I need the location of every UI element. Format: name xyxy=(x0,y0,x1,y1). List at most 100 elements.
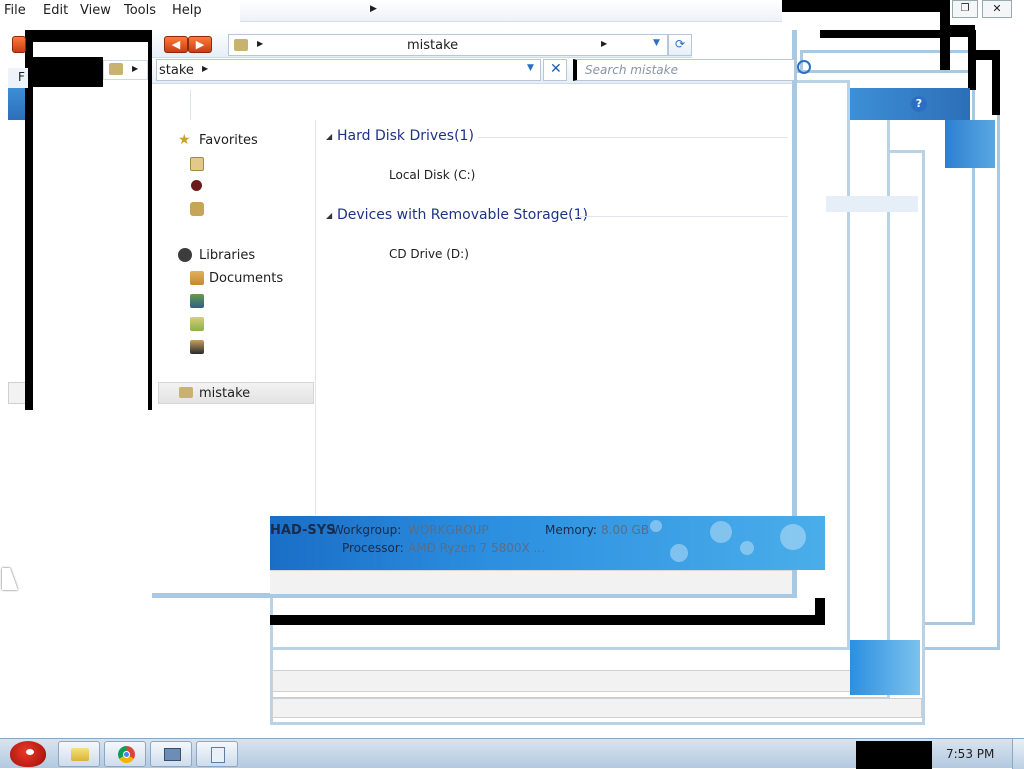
nav-libraries[interactable]: Libraries xyxy=(199,248,255,263)
drive-item-cd[interactable]: CD Drive (D:) xyxy=(389,247,469,261)
collapse-icon[interactable]: ◢ xyxy=(326,132,332,141)
menu-chevron-icon: ▶ xyxy=(370,4,377,14)
computer-icon xyxy=(234,39,248,51)
computer-icon xyxy=(179,387,193,398)
videos-icon[interactable] xyxy=(190,340,204,354)
documents-icon xyxy=(190,271,204,285)
help-icon[interactable]: ? xyxy=(911,96,927,112)
nav-documents[interactable]: Documents xyxy=(209,271,283,286)
decor-bubble xyxy=(670,544,688,562)
artifact-black-right-1 xyxy=(940,10,950,70)
breadcrumb-fragment[interactable]: stake xyxy=(159,63,194,78)
collapse-icon[interactable]: ◢ xyxy=(326,211,332,220)
forward-button[interactable]: ▶ xyxy=(188,36,212,53)
ghost-left-black-bar xyxy=(25,30,155,42)
star-icon: ★ xyxy=(178,132,191,148)
refresh-button[interactable]: ⟳ xyxy=(668,34,692,56)
app-icon[interactable] xyxy=(190,202,204,216)
group-title-removable[interactable]: Devices with Removable Storage(1) xyxy=(337,207,588,223)
pictures-icon[interactable] xyxy=(190,317,204,331)
memory-value: 8.00 GB xyxy=(601,523,650,537)
close-icon: ✕ xyxy=(550,61,562,77)
chrome-center xyxy=(123,751,130,758)
restore-button[interactable]: ❐ xyxy=(952,0,978,18)
ghost-left-black-column-1 xyxy=(25,32,33,410)
background-blue-strip-2 xyxy=(945,120,995,168)
chevron-right-icon: ▶ xyxy=(132,64,139,73)
ghost-left-black-block xyxy=(33,57,103,87)
taskbar: 7:53 PM xyxy=(0,738,1024,769)
search-input[interactable]: Search mistake xyxy=(585,63,678,77)
forward-arrow-icon: ▶ xyxy=(195,38,205,51)
group-title-hard-disk[interactable]: Hard Disk Drives(1) xyxy=(337,128,474,144)
back-button[interactable]: ◀ xyxy=(164,36,188,53)
taskbar-notepad-button[interactable] xyxy=(196,741,238,767)
library-icon xyxy=(178,248,192,262)
computer-name: HAD-SYS xyxy=(270,523,336,538)
chevron-right-icon: ▶ xyxy=(202,64,209,73)
nav-pane-top-divider xyxy=(190,90,191,120)
start-button[interactable] xyxy=(2,739,50,769)
back-arrow-icon: ◀ xyxy=(171,38,181,51)
show-desktop-button[interactable] xyxy=(1012,739,1024,769)
ghost-back-button xyxy=(12,36,26,53)
navigation-pane: ★ Favorites Libraries Documents mistake xyxy=(158,120,316,515)
address-current[interactable]: mistake xyxy=(407,38,458,53)
details-pane: HAD-SYS Workgroup: WORKGROUP Memory: 8.0… xyxy=(270,516,825,570)
background-blue-strip xyxy=(850,88,970,120)
menu-help[interactable]: Help xyxy=(172,3,202,18)
artifact-black-mid xyxy=(820,30,940,38)
menu-bar-extension: ▶ xyxy=(240,0,782,22)
book-icon[interactable] xyxy=(190,157,204,171)
chevron-right-icon: ▶ xyxy=(257,39,264,48)
bug-icon[interactable] xyxy=(191,180,202,191)
notepad-icon xyxy=(211,747,225,763)
status-bar xyxy=(270,570,792,594)
clock[interactable]: 7:53 PM xyxy=(946,747,994,761)
workgroup-value: WORKGROUP xyxy=(408,523,489,537)
taskbar-chrome-button[interactable] xyxy=(104,741,146,767)
taskbar-explorer-button[interactable] xyxy=(58,741,100,767)
menu-edit[interactable]: Edit xyxy=(43,3,68,18)
processor-label: Processor: xyxy=(342,541,404,555)
search-box[interactable]: Search mistake xyxy=(573,59,795,81)
artifact-black-top xyxy=(780,0,950,12)
search-icon[interactable] xyxy=(797,60,811,74)
content-pane: ◢ Hard Disk Drives(1) Local Disk (C:) ◢ … xyxy=(318,120,792,515)
drive-item-local-disk[interactable]: Local Disk (C:) xyxy=(389,168,475,182)
computer-icon xyxy=(164,748,181,761)
computer-icon xyxy=(109,63,123,75)
background-window-separator xyxy=(826,196,918,212)
taskbar-computer-button[interactable] xyxy=(150,741,192,767)
music-icon[interactable] xyxy=(190,294,204,308)
decor-bubble xyxy=(710,521,732,543)
decor-bubble xyxy=(740,541,754,555)
nav-favorites[interactable]: Favorites xyxy=(199,133,258,148)
folder-icon xyxy=(71,748,89,761)
background-statusbar-2 xyxy=(272,698,922,718)
nav-computer-row[interactable]: mistake xyxy=(158,382,314,404)
clear-button[interactable]: ✕ xyxy=(543,59,567,81)
menu-file[interactable]: File xyxy=(4,3,26,18)
dropdown-icon[interactable]: ▼ xyxy=(653,38,660,48)
chevron-right-icon: ▶ xyxy=(601,39,608,48)
artifact-black-bottom xyxy=(270,615,825,625)
close-window-button[interactable]: ✕ xyxy=(982,0,1012,18)
group-divider xyxy=(478,137,788,138)
group-divider xyxy=(576,216,788,217)
taskbar-black-block xyxy=(856,741,932,769)
refresh-icon: ⟳ xyxy=(675,37,686,51)
breadcrumb-bar[interactable]: stake ▶ ▼ xyxy=(156,59,541,81)
menu-bar: File Edit View Tools Help xyxy=(0,0,240,22)
menu-view[interactable]: View xyxy=(80,3,111,18)
artifact-black-right-5 xyxy=(992,55,1000,115)
nav-computer-label: mistake xyxy=(199,386,251,401)
decor-bubble xyxy=(650,520,662,532)
dropdown-icon[interactable]: ▼ xyxy=(527,63,534,73)
bird-eye xyxy=(26,749,34,755)
menu-tools[interactable]: Tools xyxy=(124,3,156,18)
decor-bubble xyxy=(780,524,806,550)
background-blue-panel xyxy=(850,640,920,695)
address-bar[interactable]: ▶ mistake ▶ ▼ xyxy=(228,34,668,56)
artifact-black-right-3 xyxy=(968,30,976,90)
